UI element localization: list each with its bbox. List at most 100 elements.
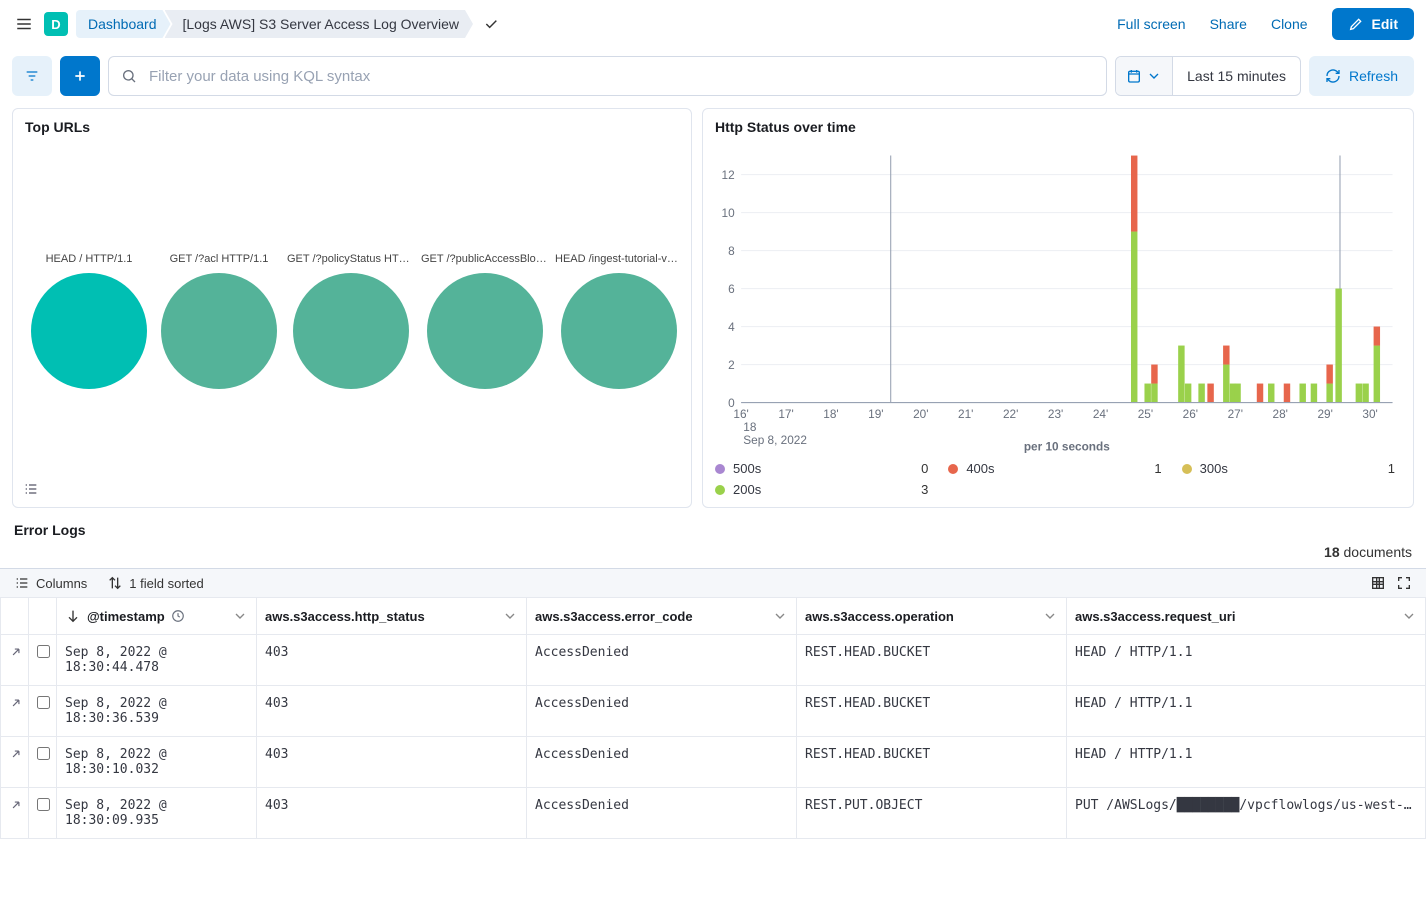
pie-4[interactable]: HEAD /ingest-tutorial-vpcflowlogs HTTP… xyxy=(559,253,679,389)
cell-timestamp: Sep 8, 2022 @ 18:30:36.539 xyxy=(57,686,257,737)
table-row: Sep 8, 2022 @ 18:30:09.935403AccessDenie… xyxy=(1,788,1426,839)
pie-2[interactable]: GET /?policyStatus HTTP/1.1 xyxy=(291,253,411,389)
app-icon: D xyxy=(44,12,68,36)
cell-error: AccessDenied xyxy=(527,686,797,737)
legend-count: 0 xyxy=(781,461,928,476)
cell-status: 403 xyxy=(257,788,527,839)
query-bar[interactable] xyxy=(108,56,1107,96)
columns-button[interactable]: Columns xyxy=(14,575,87,591)
cell-timestamp: Sep 8, 2022 @ 18:30:09.935 xyxy=(57,788,257,839)
chevron-down-icon[interactable] xyxy=(1401,608,1417,624)
expand-row-button[interactable] xyxy=(1,635,29,686)
sort-button[interactable]: 1 field sorted xyxy=(107,575,203,591)
pie-1[interactable]: GET /?acl HTTP/1.1 xyxy=(161,253,277,389)
legend-label: 200s xyxy=(733,482,761,497)
refresh-button[interactable]: Refresh xyxy=(1309,56,1414,96)
panel-error-logs-title: Error Logs xyxy=(0,508,1426,544)
pie-0[interactable]: HEAD / HTTP/1.1 xyxy=(31,253,147,389)
col-http-status[interactable]: aws.s3access.http_status xyxy=(257,598,527,635)
svg-text:12: 12 xyxy=(722,168,736,182)
select-row-checkbox[interactable] xyxy=(29,788,57,839)
col-select xyxy=(29,598,57,635)
expand-row-button[interactable] xyxy=(1,788,29,839)
date-picker[interactable]: Last 15 minutes xyxy=(1115,56,1301,96)
sort-icon xyxy=(107,575,123,591)
legend-swatch xyxy=(948,464,958,474)
chevron-down-icon[interactable] xyxy=(1042,608,1058,624)
cell-uri: HEAD / HTTP/1.1 xyxy=(1067,686,1426,737)
svg-text:10: 10 xyxy=(722,206,736,220)
edit-button[interactable]: Edit xyxy=(1332,8,1414,40)
chevron-down-icon[interactable] xyxy=(502,608,518,624)
date-range-label[interactable]: Last 15 minutes xyxy=(1173,68,1300,84)
date-quick-select[interactable] xyxy=(1116,57,1173,95)
pencil-icon xyxy=(1348,16,1364,32)
legend-item-200s[interactable]: 200s xyxy=(715,482,761,497)
fullscreen-icon[interactable] xyxy=(1396,575,1412,591)
legend-label: 400s xyxy=(966,461,994,476)
legend-item-500s[interactable]: 500s xyxy=(715,461,761,476)
svg-text:16': 16' xyxy=(733,407,748,421)
expand-row-button[interactable] xyxy=(1,686,29,737)
expand-row-button[interactable] xyxy=(1,737,29,788)
col-request-uri[interactable]: aws.s3access.request_uri xyxy=(1067,598,1426,635)
legend-item-300s[interactable]: 300s xyxy=(1182,461,1228,476)
svg-text:18': 18' xyxy=(823,407,838,421)
legend-item-400s[interactable]: 400s xyxy=(948,461,994,476)
clone-link[interactable]: Clone xyxy=(1271,16,1308,32)
share-link[interactable]: Share xyxy=(1210,16,1247,32)
fullscreen-link[interactable]: Full screen xyxy=(1117,16,1185,32)
legend-count: 3 xyxy=(781,482,928,497)
filter-toggle-button[interactable] xyxy=(12,56,52,96)
select-row-checkbox[interactable] xyxy=(29,686,57,737)
svg-text:2: 2 xyxy=(728,358,735,372)
svg-text:19': 19' xyxy=(868,407,883,421)
svg-text:29': 29' xyxy=(1317,407,1332,421)
density-icon[interactable] xyxy=(1370,575,1386,591)
svg-text:25': 25' xyxy=(1138,407,1153,421)
select-row-checkbox[interactable] xyxy=(29,635,57,686)
cell-status: 403 xyxy=(257,686,527,737)
select-row-checkbox[interactable] xyxy=(29,737,57,788)
nav-menu-button[interactable] xyxy=(12,12,36,36)
breadcrumb-current[interactable]: [Logs AWS] S3 Server Access Log Overview xyxy=(165,10,474,38)
search-input[interactable] xyxy=(147,67,1094,86)
cell-timestamp: Sep 8, 2022 @ 18:30:44.478 xyxy=(57,635,257,686)
legend-toggle-icon[interactable] xyxy=(23,481,39,497)
svg-text:Sep 8, 2022: Sep 8, 2022 xyxy=(743,433,807,447)
legend-count: 1 xyxy=(1248,461,1395,476)
svg-text:24': 24' xyxy=(1093,407,1108,421)
legend-swatch xyxy=(715,485,725,495)
col-error-code[interactable]: aws.s3access.error_code xyxy=(527,598,797,635)
pie-label: GET /?policyStatus HTTP/1.1 xyxy=(287,253,415,267)
col-timestamp[interactable]: @timestamp xyxy=(57,598,257,635)
error-logs-table: @timestamp aws.s3access.http_status aws.… xyxy=(0,597,1426,839)
plus-icon xyxy=(72,68,88,84)
pie-label: HEAD /ingest-tutorial-vpcflowlogs HTTP… xyxy=(555,253,683,267)
cell-status: 403 xyxy=(257,737,527,788)
svg-text:27': 27' xyxy=(1228,407,1243,421)
check-icon xyxy=(483,16,499,32)
svg-text:6: 6 xyxy=(728,282,735,296)
panel-http-status: Http Status over time 02468101216'17'18'… xyxy=(702,108,1414,508)
svg-text:22': 22' xyxy=(1003,407,1018,421)
search-icon xyxy=(121,68,137,84)
legend-count: 1 xyxy=(1015,461,1162,476)
legend-label: 500s xyxy=(733,461,761,476)
col-operation[interactable]: aws.s3access.operation xyxy=(797,598,1067,635)
cell-uri: HEAD / HTTP/1.1 xyxy=(1067,737,1426,788)
chevron-down-icon[interactable] xyxy=(772,608,788,624)
breadcrumb-dashboard[interactable]: Dashboard xyxy=(76,10,171,38)
cell-operation: REST.HEAD.BUCKET xyxy=(797,737,1067,788)
add-filter-button[interactable] xyxy=(60,56,100,96)
columns-icon xyxy=(14,575,30,591)
svg-text:23': 23' xyxy=(1048,407,1063,421)
cell-error: AccessDenied xyxy=(527,788,797,839)
pie-3[interactable]: GET /?publicAccessBlock HTTP/1.1 xyxy=(425,253,545,389)
pie-circle xyxy=(427,273,543,389)
refresh-icon xyxy=(1325,68,1341,84)
legend-label: 300s xyxy=(1200,461,1228,476)
cell-operation: REST.HEAD.BUCKET xyxy=(797,635,1067,686)
table-row: Sep 8, 2022 @ 18:30:44.478403AccessDenie… xyxy=(1,635,1426,686)
chevron-down-icon[interactable] xyxy=(232,608,248,624)
